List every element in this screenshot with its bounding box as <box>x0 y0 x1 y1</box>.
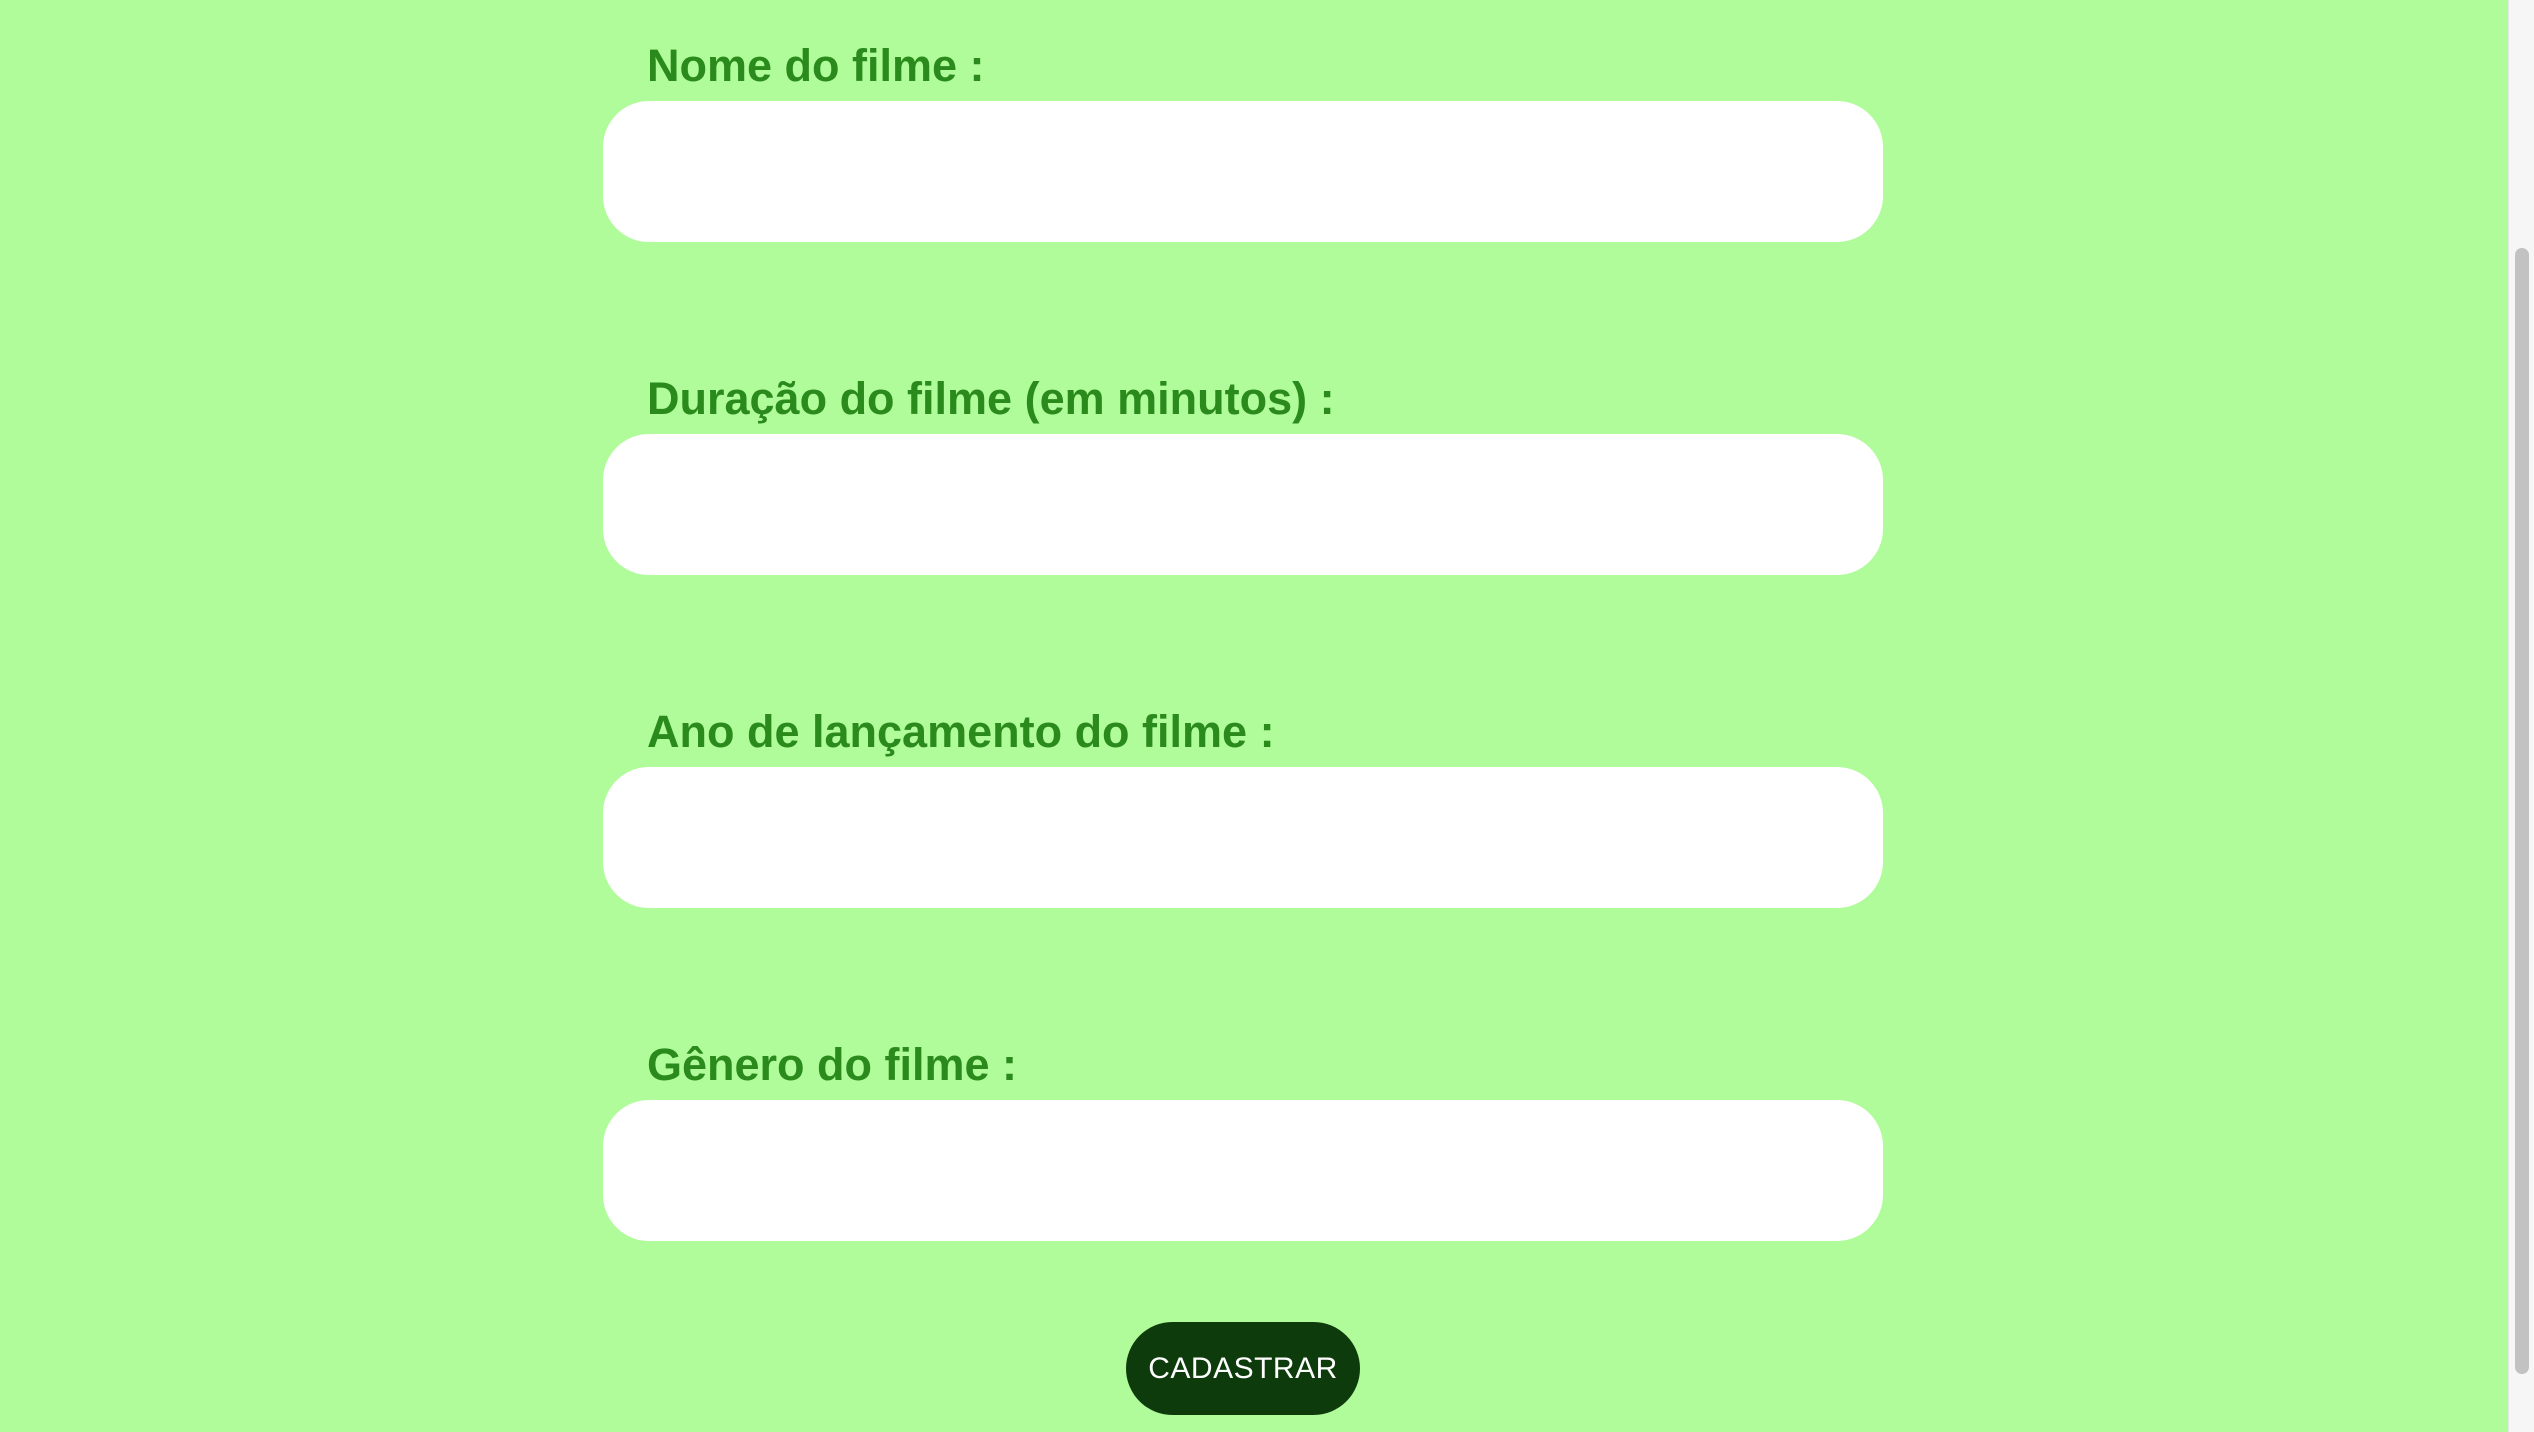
movie-duration-input[interactable] <box>603 434 1883 575</box>
movie-genre-label: Gênero do filme : <box>647 1039 1018 1090</box>
movie-registration-form: Nome do filme : Duração do filme (em min… <box>0 0 2508 1432</box>
page: Nome do filme : Duração do filme (em min… <box>0 0 2534 1432</box>
movie-release-year-label: Ano de lançamento do filme : <box>647 706 1275 757</box>
movie-name-input[interactable] <box>603 101 1883 242</box>
vertical-scrollbar[interactable] <box>2508 0 2534 1432</box>
movie-genre-input[interactable] <box>603 1100 1883 1241</box>
movie-name-label: Nome do filme : <box>647 40 985 91</box>
register-button[interactable]: CADASTRAR <box>1126 1322 1360 1415</box>
scrollbar-thumb[interactable] <box>2515 248 2529 1374</box>
movie-duration-label: Duração do filme (em minutos) : <box>647 373 1335 424</box>
movie-release-year-input[interactable] <box>603 767 1883 908</box>
